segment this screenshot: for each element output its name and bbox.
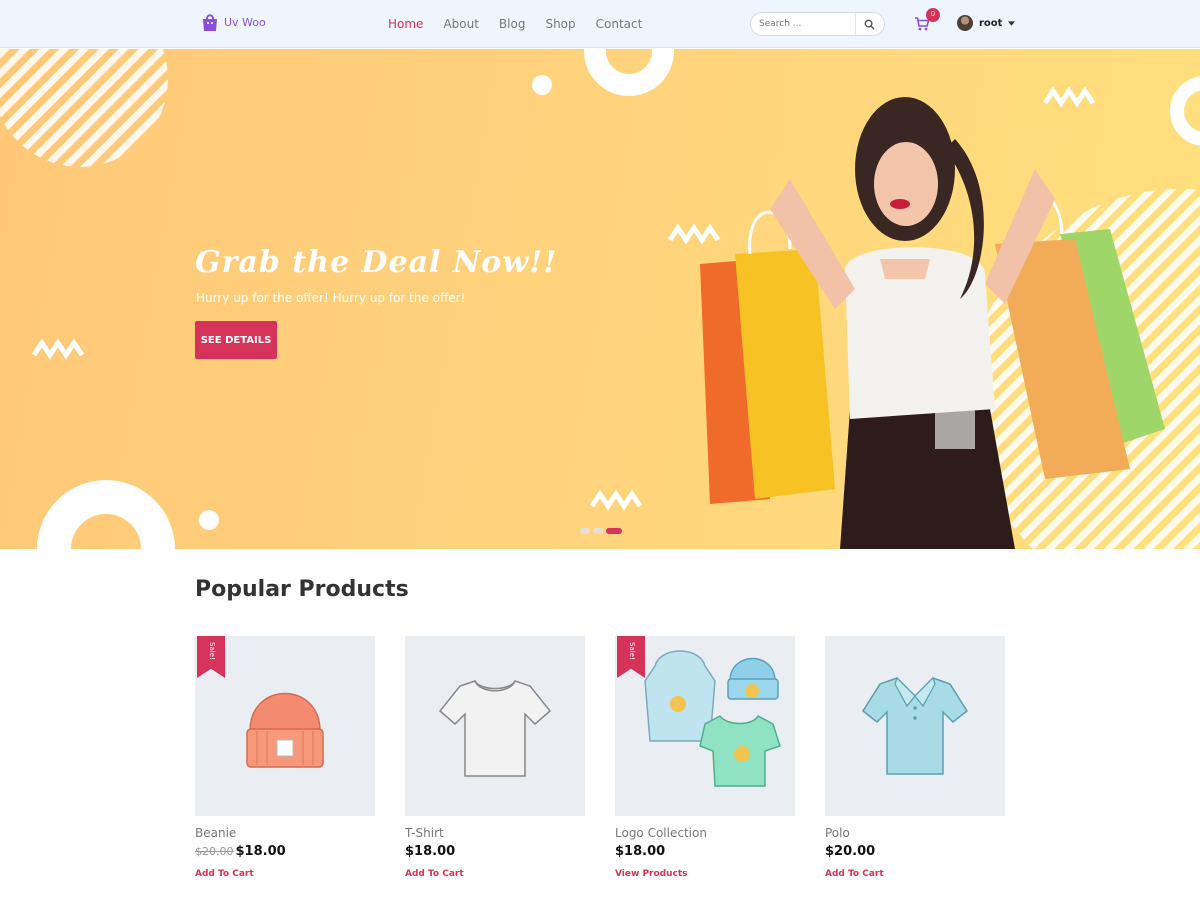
section-title: Popular Products: [195, 577, 409, 602]
product-image[interactable]: Sale!: [615, 636, 795, 816]
see-details-button[interactable]: SEE DETAILS: [195, 321, 277, 359]
site-logo[interactable]: Uv Woo: [200, 12, 266, 32]
search-input[interactable]: [751, 14, 855, 34]
hero-title: Grab the Deal Now!!: [195, 245, 558, 280]
main-nav: Home About Blog Shop Contact: [388, 0, 642, 48]
slider-dot-1[interactable]: [580, 528, 590, 534]
tshirt-image: [438, 680, 552, 777]
product-price: $18.00: [615, 844, 795, 859]
add-to-cart-button[interactable]: Add To Cart: [195, 869, 375, 879]
nav-shop[interactable]: Shop: [545, 17, 575, 31]
nav-home[interactable]: Home: [388, 17, 423, 31]
nav-about[interactable]: About: [443, 17, 478, 31]
cart-count-badge: 0: [926, 8, 940, 22]
slider-dot-2[interactable]: [593, 528, 603, 534]
product-image[interactable]: Sale!: [195, 636, 375, 816]
product-price: $20.00: [825, 844, 1005, 859]
product-card: T-Shirt $18.00 Add To Cart: [405, 636, 585, 879]
hero-decorations: [0, 49, 1200, 549]
slider-dots: [580, 528, 622, 534]
hero-slider: Grab the Deal Now!! Hurry up for the off…: [0, 49, 1200, 549]
view-products-button[interactable]: View Products: [615, 869, 795, 879]
user-name: root: [979, 17, 1003, 29]
shopping-bag-icon: [203, 14, 217, 31]
sale-label: Sale!: [208, 642, 216, 660]
avatar: [957, 15, 973, 31]
current-price: $18.00: [405, 844, 456, 859]
product-name[interactable]: Beanie: [195, 826, 375, 840]
sale-label: Sale!: [628, 642, 636, 660]
old-price: $20.00: [195, 845, 234, 858]
site-header: Uv Woo Home About Blog Shop Contact 0 ro…: [0, 0, 1200, 48]
search-box: [750, 12, 885, 36]
current-price: $18.00: [235, 844, 286, 859]
search-icon: [864, 19, 875, 30]
logo-text: Uv Woo: [224, 15, 266, 29]
polo-image: [862, 676, 968, 775]
product-name[interactable]: Logo Collection: [615, 826, 795, 840]
cart-button[interactable]: 0: [914, 8, 940, 34]
hero-subtitle: Hurry up for the offer! Hurry up for the…: [196, 291, 466, 305]
product-grid: Sale! Beanie $20.00 $18.00 Add To Cart T-…: [195, 636, 1005, 879]
add-to-cart-button[interactable]: Add To Cart: [825, 869, 1005, 879]
product-card: Sale! Beanie $20.00 $18.00 Add To Cart: [195, 636, 375, 879]
product-price: $20.00 $18.00: [195, 844, 375, 859]
chevron-down-icon: [1008, 20, 1016, 26]
product-image[interactable]: [405, 636, 585, 816]
product-name[interactable]: T-Shirt: [405, 826, 585, 840]
add-to-cart-button[interactable]: Add To Cart: [405, 869, 585, 879]
search-button[interactable]: [855, 13, 883, 35]
current-price: $20.00: [825, 844, 876, 859]
product-card: Polo $20.00 Add To Cart: [825, 636, 1005, 879]
nav-contact[interactable]: Contact: [596, 17, 643, 31]
slider-dot-3[interactable]: [606, 528, 622, 534]
product-image[interactable]: [825, 636, 1005, 816]
user-menu[interactable]: root: [957, 15, 1016, 31]
nav-blog[interactable]: Blog: [499, 17, 526, 31]
product-name[interactable]: Polo: [825, 826, 1005, 840]
product-card: Sale! Logo Collection $18.00 View Produc…: [615, 636, 795, 879]
current-price: $18.00: [615, 844, 666, 859]
product-price: $18.00: [405, 844, 585, 859]
